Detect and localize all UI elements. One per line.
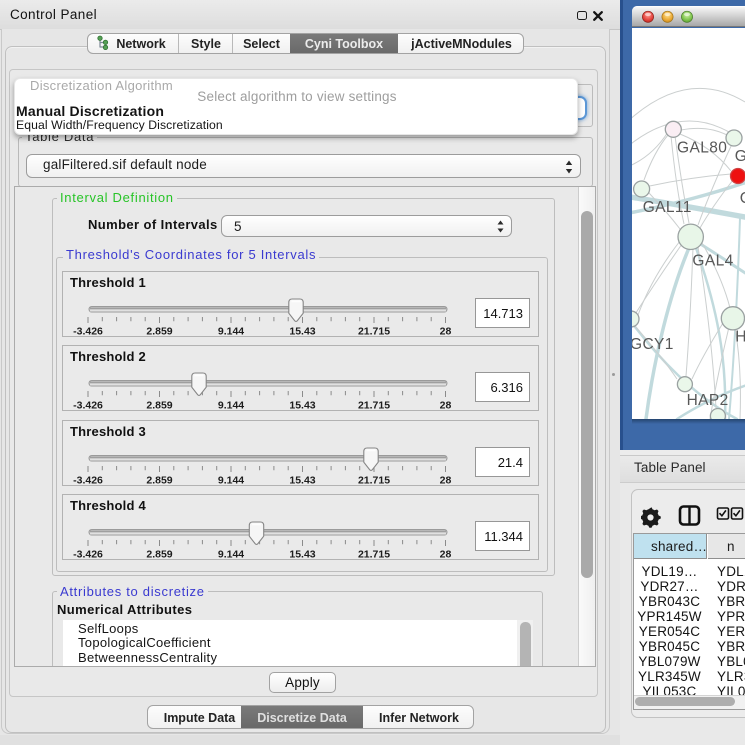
svg-text:-3.426: -3.426: [73, 326, 103, 338]
svg-text:15.43: 15.43: [289, 400, 315, 412]
svg-text:GA: GA: [735, 148, 745, 165]
svg-text:2.859: 2.859: [146, 549, 172, 561]
svg-text:21.715: 21.715: [358, 549, 390, 561]
svg-text:9.144: 9.144: [218, 400, 244, 412]
svg-text:-3.426: -3.426: [73, 549, 103, 561]
svg-text:28: 28: [440, 475, 452, 487]
svg-text:21.715: 21.715: [358, 475, 390, 487]
svg-text:15.43: 15.43: [289, 475, 315, 487]
svg-text:-3.426: -3.426: [73, 400, 103, 412]
svg-text:9.144: 9.144: [218, 549, 244, 561]
svg-text:-3.426: -3.426: [73, 475, 103, 487]
svg-text:2.859: 2.859: [146, 400, 172, 412]
svg-text:15.43: 15.43: [289, 326, 315, 338]
svg-text:GAL80: GAL80: [677, 140, 727, 157]
svg-text:28: 28: [440, 326, 452, 338]
svg-text:GAL4: GAL4: [692, 253, 733, 270]
svg-text:28: 28: [440, 549, 452, 561]
svg-text:9.144: 9.144: [218, 326, 244, 338]
svg-text:GCY1: GCY1: [632, 336, 674, 353]
svg-text:HAP2: HAP2: [687, 392, 729, 409]
svg-text:2.859: 2.859: [146, 326, 172, 338]
svg-text:9.144: 9.144: [218, 475, 244, 487]
svg-text:C: C: [740, 190, 745, 207]
svg-text:21.715: 21.715: [358, 326, 390, 338]
svg-text:2.859: 2.859: [146, 475, 172, 487]
svg-text:28: 28: [440, 400, 452, 412]
svg-text:15.43: 15.43: [289, 549, 315, 561]
svg-text:GAL11: GAL11: [643, 199, 692, 216]
svg-text:21.715: 21.715: [358, 400, 390, 412]
svg-text:H: H: [735, 329, 745, 346]
